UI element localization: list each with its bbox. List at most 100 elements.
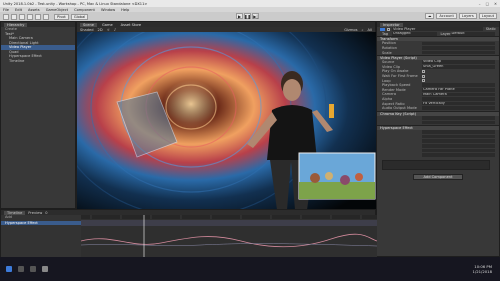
source-dropdown[interactable]: Video Clip: [422, 60, 495, 65]
play-icon[interactable]: ▶: [236, 13, 243, 19]
clip-row: Video Clip Shia_Green: [377, 65, 499, 70]
object-name-field[interactable]: Video Player: [392, 27, 483, 32]
loop-checkbox[interactable]: [422, 79, 425, 83]
scene-search-filter[interactable]: All: [368, 28, 372, 32]
unity-app-icon[interactable]: [42, 266, 48, 272]
menu-file[interactable]: File: [3, 8, 9, 12]
collab-cloud-icon[interactable]: ☁: [424, 13, 435, 19]
audio-icon[interactable]: ♪: [114, 28, 116, 32]
alpha-row: Alpha: [377, 97, 499, 102]
menu-gameobject[interactable]: GameObject: [46, 8, 68, 12]
chroma-field-2[interactable]: [422, 120, 495, 125]
timeline-preview-toggle[interactable]: Preview: [28, 211, 42, 215]
hyperspace-field-1[interactable]: [422, 130, 495, 134]
tab-scene[interactable]: Scene: [80, 22, 97, 27]
clock-date: 1/21/2018: [472, 269, 492, 274]
render-mode-dropdown[interactable]: Camera Far Plane: [422, 88, 495, 92]
position-field[interactable]: [422, 41, 495, 46]
global-toggle[interactable]: Global: [70, 13, 89, 20]
hyperspace-field-2[interactable]: [422, 134, 495, 139]
gizmos-dropdown[interactable]: Gizmos: [344, 28, 357, 32]
menu-help[interactable]: Help: [121, 8, 129, 12]
material-preview: [382, 160, 490, 171]
wait-first-frame-checkbox[interactable]: [422, 74, 425, 78]
timeline-panel: Timeline Preview 0 Add Hyperspace Effect: [0, 209, 378, 258]
audio-mode-dropdown[interactable]: [422, 106, 495, 110]
search-icon[interactable]: ⌕: [362, 28, 364, 32]
tab-asset-store[interactable]: Asset Store: [117, 22, 145, 27]
hyperspace-tunnel-image: [77, 32, 377, 210]
add-component-button[interactable]: Add Component: [413, 174, 463, 181]
camera-row: Camera Main Camera: [377, 92, 499, 97]
position-row: Position: [377, 41, 499, 46]
alpha-slider[interactable]: [422, 97, 495, 101]
scale-field[interactable]: [422, 50, 495, 55]
timeline-add-button[interactable]: Add: [1, 215, 81, 220]
menu-window[interactable]: Window: [101, 8, 115, 12]
layout-dropdown[interactable]: Layout: [478, 13, 497, 19]
playback-speed-row: Playback Speed: [377, 83, 499, 88]
hyperspace-field-4[interactable]: [422, 143, 495, 148]
rotation-field[interactable]: [422, 46, 495, 50]
start-windows-icon[interactable]: [6, 266, 12, 272]
menu-edit[interactable]: Edit: [15, 8, 22, 12]
hyperspace-field-3[interactable]: [422, 139, 495, 143]
rotate-tool-icon[interactable]: [19, 13, 25, 20]
render-mode-row: Render Mode Camera Far Plane: [377, 88, 499, 93]
clip-field[interactable]: Shia_Green: [422, 65, 495, 69]
minimize-icon[interactable]: –: [479, 2, 481, 6]
scale-tool-icon[interactable]: [27, 13, 33, 20]
source-row: Source Video Clip: [377, 60, 499, 65]
timeline-curves: [80, 215, 378, 258]
tag-dropdown[interactable]: Untagged: [392, 32, 437, 36]
hyperspace-field-6[interactable]: [422, 153, 495, 157]
hyperspace-field-5[interactable]: [422, 148, 495, 153]
playback-speed-slider[interactable]: [422, 83, 495, 88]
play-on-awake-checkbox[interactable]: [422, 69, 425, 73]
rect-tool-icon[interactable]: [35, 13, 41, 20]
taskbar: 10:06 PM 1/21/2018: [0, 257, 500, 281]
menu-assets[interactable]: Assets: [28, 8, 40, 12]
move-tool-icon[interactable]: [11, 13, 17, 20]
search-icon[interactable]: [18, 266, 24, 272]
timeline-curve-area[interactable]: [80, 215, 378, 258]
static-toggle[interactable]: Static: [483, 27, 499, 31]
hyperspace-row-6: [377, 153, 499, 158]
title-bar: Unity 2018.1.0b2 - Test.unity - Workshop…: [0, 0, 500, 7]
hierarchy-item-timeline[interactable]: Timeline: [1, 59, 75, 64]
window-title: Unity 2018.1.0b2 - Test.unity - Workshop…: [3, 1, 148, 6]
tab-game[interactable]: Game: [98, 22, 116, 27]
aspect-row: Aspect Ratio Fit Vertically: [377, 101, 499, 106]
menu-component[interactable]: Component: [74, 8, 95, 12]
pause-icon[interactable]: ❚❚: [244, 13, 251, 19]
timeline-tab[interactable]: Timeline: [4, 210, 26, 215]
shading-mode-dropdown[interactable]: Shaded: [80, 28, 94, 32]
account-dropdown[interactable]: Account: [436, 13, 457, 19]
active-checkbox[interactable]: [387, 27, 390, 31]
scale-row: Scale: [377, 50, 499, 55]
playback-controls: ▶ ❚❚ ▶|: [236, 13, 259, 19]
2d-toggle[interactable]: 2D: [98, 28, 103, 32]
chroma-field-1[interactable]: [422, 116, 495, 120]
timeline-frame-field[interactable]: 0: [45, 211, 47, 215]
task-view-icon[interactable]: [30, 266, 36, 272]
aspect-dropdown[interactable]: Fit Vertically: [422, 101, 495, 106]
maximize-icon[interactable]: □: [486, 2, 489, 6]
scene-viewport[interactable]: [77, 32, 377, 210]
toolbar-right: ☁ Account Layers Layout: [424, 13, 497, 19]
close-icon[interactable]: ✕: [494, 2, 497, 6]
object-header: Video Player Static: [377, 27, 499, 32]
timeline-track[interactable]: Hyperspace Effect: [1, 220, 81, 225]
inspector-panel: Inspector Video Player Static Tag Untagg…: [376, 21, 500, 257]
camera-field[interactable]: Main Camera: [422, 92, 495, 97]
lighting-icon[interactable]: ☼: [107, 28, 110, 32]
transform-tool-icon[interactable]: [43, 13, 49, 20]
gameobject-icon: [380, 27, 385, 32]
hierarchy-panel: Hierarchy Create Test* Main Camera Direc…: [0, 21, 76, 209]
system-clock: 10:06 PM 1/21/2018: [473, 264, 492, 274]
step-icon[interactable]: ▶|: [252, 13, 259, 19]
hand-tool-icon[interactable]: [3, 13, 9, 20]
layer-dropdown[interactable]: Default: [450, 32, 495, 36]
pivot-toggle[interactable]: Pivot: [54, 13, 69, 20]
layers-dropdown[interactable]: Layers: [458, 13, 477, 19]
